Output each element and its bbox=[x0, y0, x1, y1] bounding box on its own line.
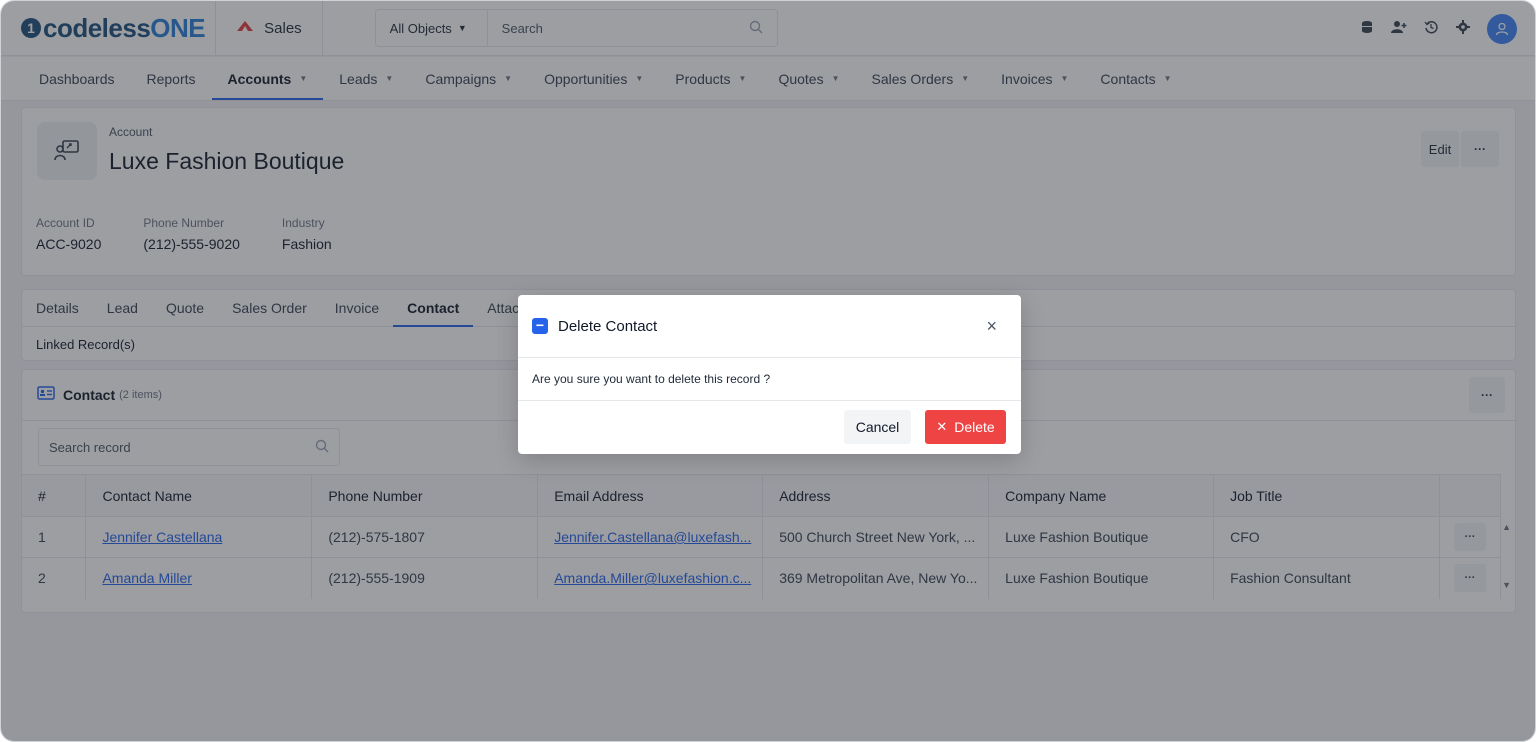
minus-square-icon: − bbox=[532, 318, 548, 334]
app-window: 1 codelessONE Sales All Objects ▼ Search bbox=[0, 0, 1536, 742]
delete-button[interactable]: ✕ Delete bbox=[925, 410, 1006, 444]
delete-button-label: Delete bbox=[954, 419, 995, 435]
delete-contact-dialog: − Delete Contact × Are you sure you want… bbox=[518, 295, 1021, 454]
close-icon[interactable]: × bbox=[986, 317, 997, 335]
cancel-button[interactable]: Cancel bbox=[844, 410, 911, 444]
dialog-title: Delete Contact bbox=[558, 317, 658, 335]
dialog-message: Are you sure you want to delete this rec… bbox=[518, 358, 1021, 401]
dialog-header: − Delete Contact × bbox=[518, 295, 1021, 358]
dialog-footer: Cancel ✕ Delete bbox=[518, 401, 1021, 453]
close-icon: ✕ bbox=[936, 419, 948, 434]
